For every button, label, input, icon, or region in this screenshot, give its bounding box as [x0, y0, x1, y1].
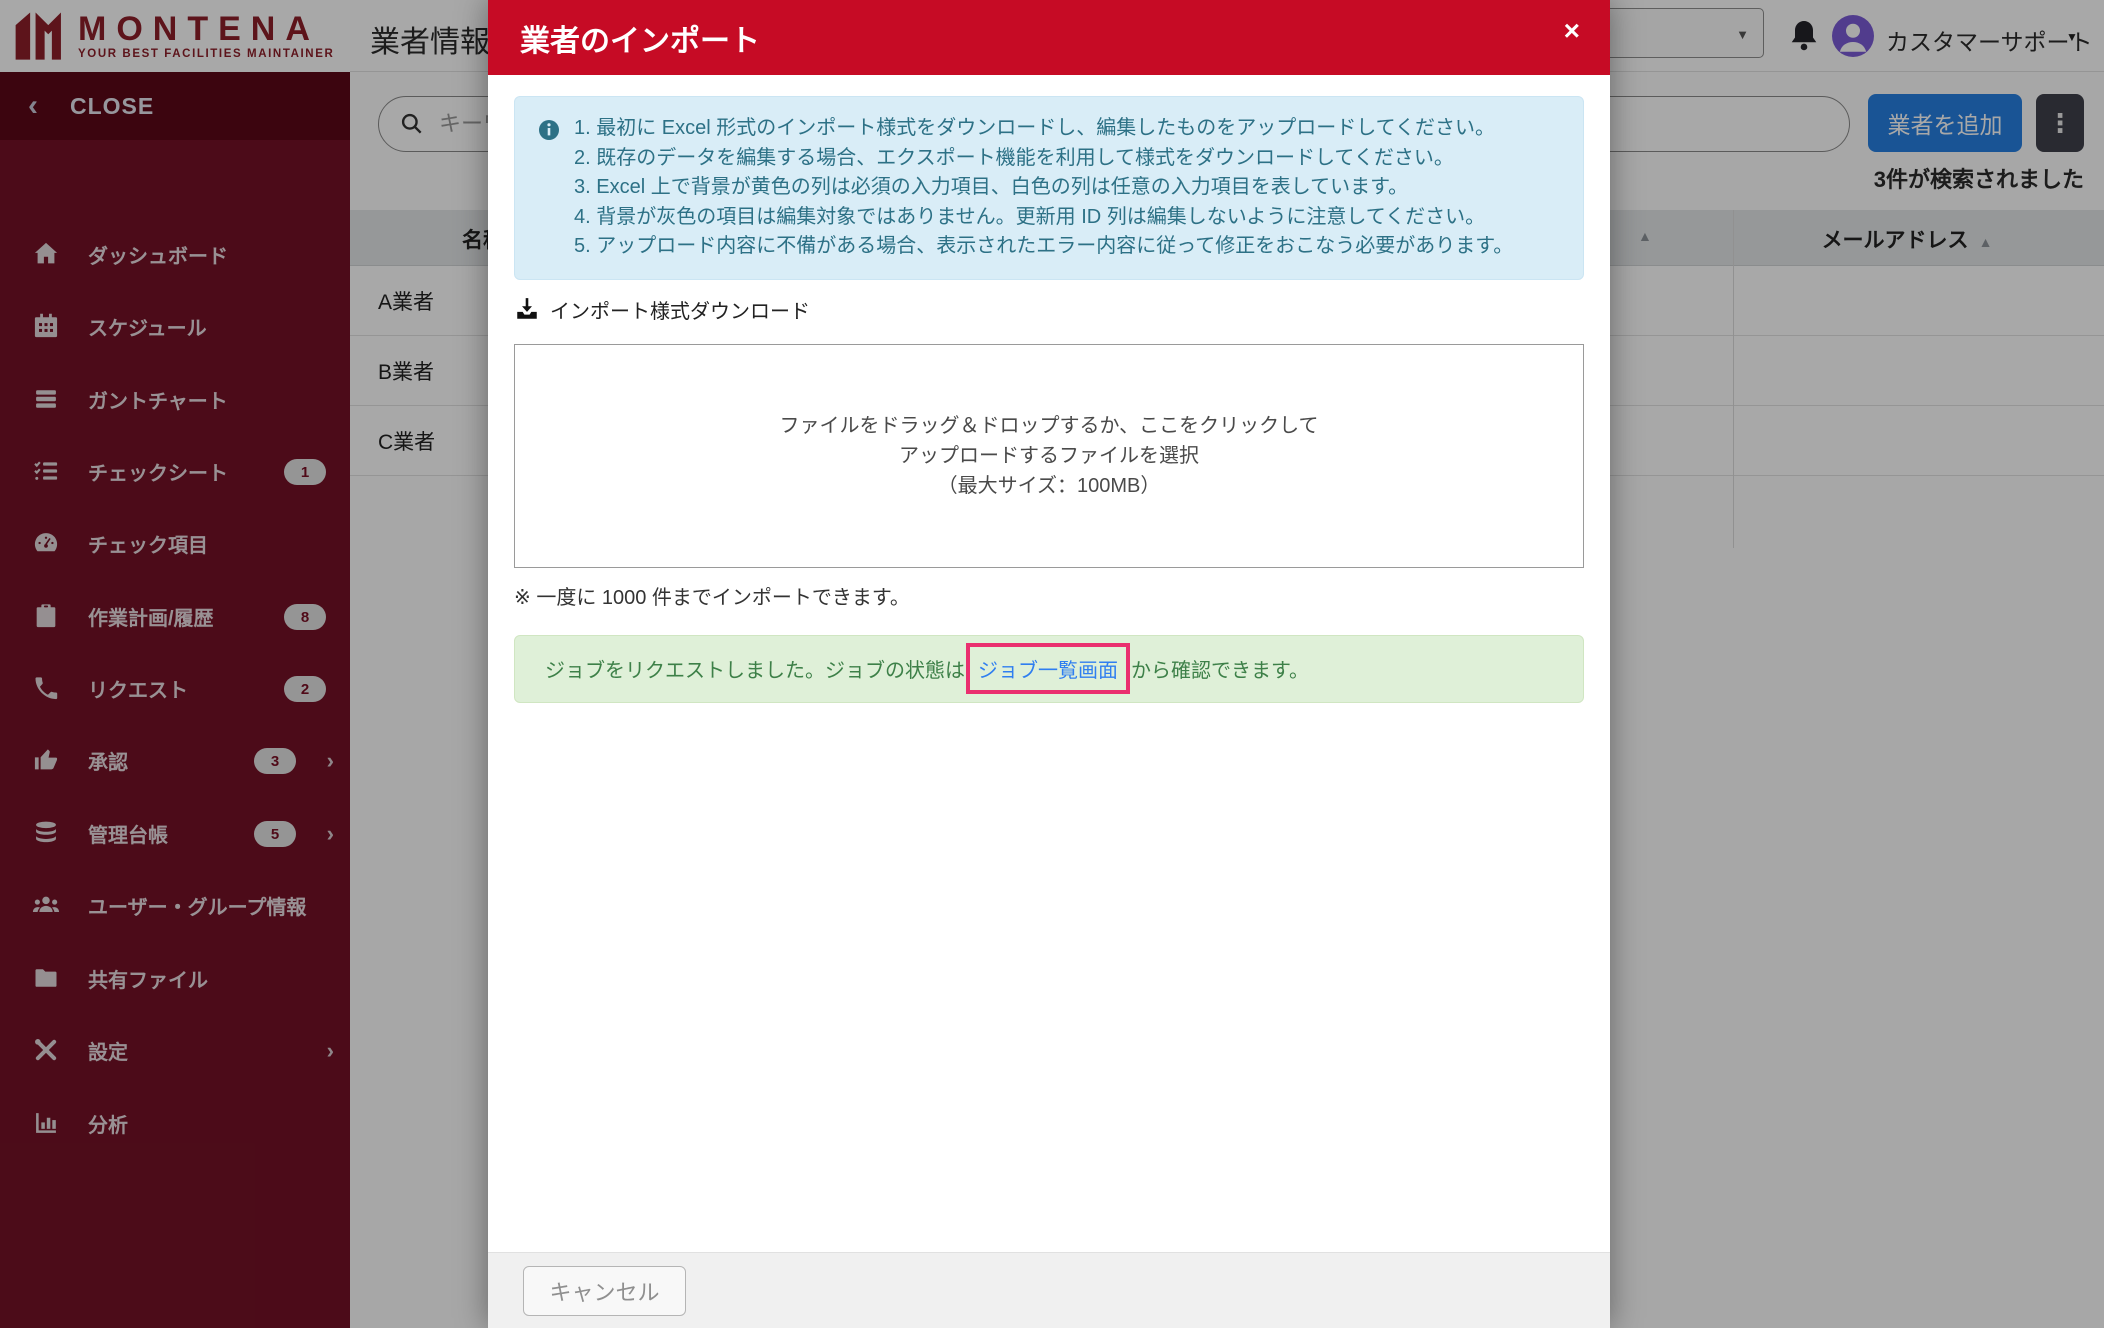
modal-footer: キャンセル [488, 1252, 1610, 1328]
cancel-button[interactable]: キャンセル [523, 1265, 686, 1316]
info-line: 1. 最初に Excel 形式のインポート様式をダウンロードし、編集したものをア… [574, 117, 1496, 139]
success-text-after: から確認できます。 [1131, 660, 1309, 682]
info-icon [539, 120, 559, 140]
download-template-link[interactable]: インポート様式ダウンロード [514, 295, 810, 324]
job-list-link[interactable]: ジョブ一覧画面 [978, 654, 1118, 683]
modal-body: 1. 最初に Excel 形式のインポート様式をダウンロードし、編集したものをア… [488, 75, 1610, 1252]
info-line: 5. アップロード内容に不備がある場合、表示されたエラー内容に従って修正をおこな… [574, 235, 1514, 257]
success-text-before: ジョブをリクエストしました。ジョブの状態は [545, 660, 965, 682]
info-line: 2. 既存のデータを編集する場合、エクスポート機能を利用して様式をダウンロードし… [574, 146, 1454, 169]
modal-title: 業者のインポート [520, 24, 760, 58]
info-line: 3. Excel 上で背景が黄色の列は必須の入力項目、白色の列は任意の入力項目を… [574, 176, 1409, 198]
import-limit-note: ※ 一度に 1000 件までインポートできます。 [514, 586, 910, 609]
app-window: MONTENA YOUR BEST FACILITIES MAINTAINER … [0, 0, 2104, 1328]
success-alert: ジョブをリクエストしました。ジョブの状態は ジョブ一覧画面 から確認できます。 [514, 634, 1584, 703]
close-icon[interactable]: × [1564, 16, 1580, 46]
modal-header: 業者のインポート × [488, 0, 1610, 75]
annotation-highlight-box: ジョブ一覧画面 [966, 643, 1130, 694]
download-icon [517, 298, 537, 319]
import-modal: 業者のインポート × 1. 最初に Excel 形式のインポート様式をダウンロー… [488, 0, 1610, 1328]
info-alert: 1. 最初に Excel 形式のインポート様式をダウンロードし、編集したものをア… [514, 96, 1584, 280]
info-line: 4. 背景が灰色の項目は編集対象ではありません。更新用 ID 列は編集しないよう… [574, 205, 1486, 228]
file-dropzone[interactable]: ファイルをドラッグ＆ドロップするか、ここをクリックして アップロードするファイル… [514, 343, 1584, 568]
